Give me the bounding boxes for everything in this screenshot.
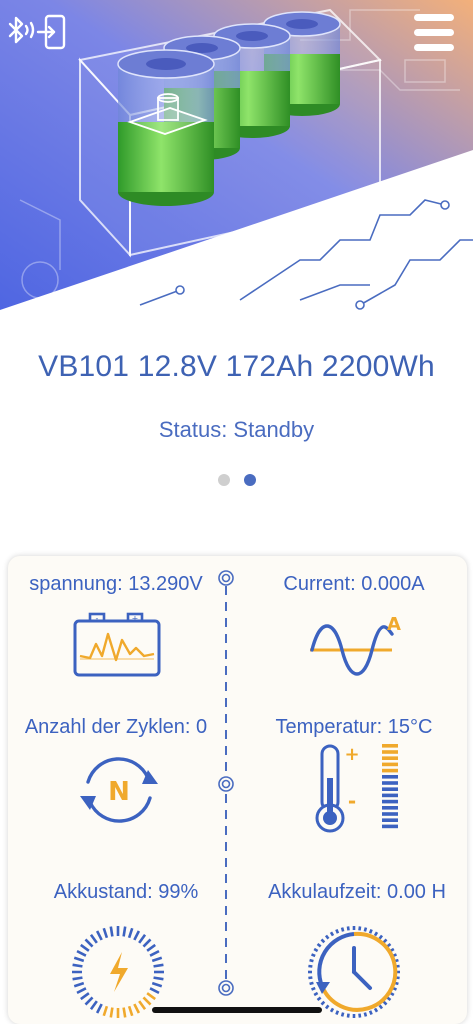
battery-minus-sign: - xyxy=(96,614,99,623)
battery-plus-sign: + xyxy=(132,614,139,623)
cycles-letter: N xyxy=(108,777,130,807)
hero-battery-illustration xyxy=(0,0,473,310)
voltage-label: spannung: 13.290V xyxy=(29,573,203,595)
cycles-label: Anzahl der Zyklen: 0 xyxy=(24,716,208,738)
current-label: Current: 0.000A xyxy=(283,573,425,595)
device-title: VB101 12.8V 172Ah 2200Wh xyxy=(38,350,435,383)
page-dot-1[interactable] xyxy=(218,474,230,486)
soc-label: Akkustand: 99% xyxy=(53,881,199,903)
home-indicator[interactable] xyxy=(152,1007,322,1013)
hamburger-menu-icon[interactable] xyxy=(414,14,454,52)
thermo-plus-sign: + xyxy=(344,744,359,765)
metrics-panel: spannung: 13.290V - + Current: 0.000A A … xyxy=(8,556,467,1024)
page-dot-2-active[interactable] xyxy=(244,474,256,486)
thermo-minus-sign: - xyxy=(348,789,356,813)
bluetooth-exit-icon[interactable] xyxy=(6,12,68,52)
thermometer-icon: + - xyxy=(306,742,406,841)
device-status: Status: Standby xyxy=(158,417,315,442)
current-letter: A xyxy=(387,614,401,635)
current-wave-icon: A xyxy=(308,612,404,687)
cycles-icon: N xyxy=(74,752,164,833)
battery-voltage-icon: - + xyxy=(72,612,162,683)
temperature-label: Temperatur: 15°C xyxy=(275,716,433,738)
page-indicator xyxy=(0,474,473,486)
hero-banner xyxy=(0,0,473,310)
runtime-label: Akkulaufzeit: 0.00 H xyxy=(268,881,446,903)
